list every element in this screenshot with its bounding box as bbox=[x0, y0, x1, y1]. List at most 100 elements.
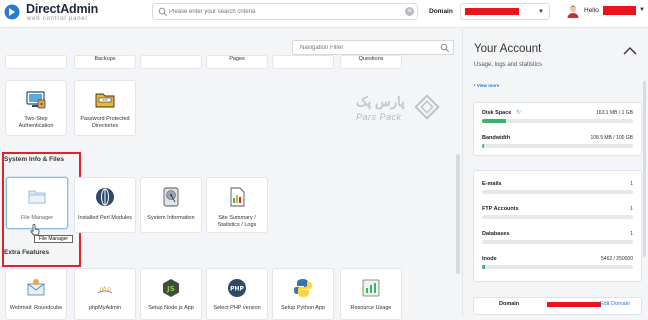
card-label: Two-Step Authentication bbox=[18, 116, 54, 129]
view-more-link[interactable]: • View more bbox=[474, 83, 499, 88]
partial-card-pages[interactable]: Pages bbox=[206, 55, 268, 69]
python-icon bbox=[294, 279, 312, 297]
card-resource-usage[interactable]: Resource Usage bbox=[340, 268, 402, 320]
global-search[interactable]: × bbox=[152, 3, 418, 20]
counts-panel: E-mails 1 FTP Accounts 1 Databases 1 Ino… bbox=[473, 170, 642, 282]
stat-databases: Databases 1 bbox=[482, 231, 633, 247]
card-label: Installed Perl Modules bbox=[77, 215, 133, 221]
domain-label: Domain bbox=[499, 301, 520, 307]
domain-select[interactable]: ▼ bbox=[460, 3, 550, 20]
logo[interactable]: DirectAdmin web control panel bbox=[4, 2, 144, 26]
search-input[interactable] bbox=[169, 5, 399, 18]
nodejs-icon: JS bbox=[163, 279, 179, 297]
stat-name: Bandwidth bbox=[482, 135, 511, 141]
card-two-step-authentication[interactable]: Two-Step Authentication bbox=[5, 80, 67, 136]
card-select-php-version[interactable]: PHP Select PHP version bbox=[206, 268, 268, 320]
file-manager-icon bbox=[28, 190, 46, 204]
logo-subtitle: web control panel bbox=[27, 16, 88, 22]
card-password-protected-directories[interactable]: *** Password Protected Directories bbox=[74, 80, 136, 136]
card-setup-python-app[interactable]: Setup Python App bbox=[272, 268, 334, 320]
card-label: Setup Node.js App bbox=[148, 305, 194, 311]
progress-fill bbox=[482, 190, 633, 194]
account-subtitle: Usage, logs and statistics bbox=[474, 62, 543, 68]
card-phpmyadmin[interactable]: php phpMyAdmin bbox=[74, 268, 136, 320]
card-label: Setup Python App bbox=[280, 305, 326, 311]
statistics-icon bbox=[230, 187, 245, 207]
watermark-persian-text: پارس پک bbox=[356, 94, 405, 109]
refresh-icon[interactable]: ↻ bbox=[516, 109, 521, 116]
two-step-auth-icon bbox=[26, 91, 46, 109]
card-label: Pages bbox=[229, 56, 245, 62]
stat-name: Databases bbox=[482, 231, 510, 237]
progress-fill bbox=[482, 215, 633, 219]
parspack-logo-icon bbox=[414, 94, 440, 120]
progress-bar bbox=[482, 119, 633, 123]
card-label: Resource Usage bbox=[350, 305, 392, 311]
user-avatar-icon[interactable] bbox=[566, 4, 580, 18]
parspack-watermark: پارس پک Pars Pack bbox=[356, 94, 442, 130]
stat-inode: Inode 5462 / 250000 bbox=[482, 256, 633, 272]
progress-bar bbox=[482, 215, 633, 219]
redacted-domain bbox=[547, 302, 601, 307]
stat-name: E-mails bbox=[482, 181, 502, 187]
card-file-manager[interactable]: File Manager bbox=[6, 177, 68, 229]
directadmin-logo-icon bbox=[4, 4, 20, 20]
redacted-domain bbox=[465, 8, 519, 15]
card-site-summary[interactable]: Site Summary / Statistics / Logs bbox=[206, 177, 268, 233]
phpmyadmin-icon: php bbox=[97, 286, 113, 294]
card-label: Select PHP version bbox=[213, 305, 261, 311]
progress-bar bbox=[482, 190, 633, 194]
php-icon: PHP bbox=[228, 279, 246, 297]
card-label: Questions bbox=[358, 56, 384, 62]
progress-fill bbox=[482, 144, 485, 148]
stat-bandwidth: Bandwidth 108.5 MB / 100 GB bbox=[482, 135, 633, 151]
navigation-filter-input[interactable] bbox=[300, 43, 430, 53]
account-title: Your Account bbox=[474, 43, 542, 55]
main-scrollbar[interactable] bbox=[456, 154, 460, 274]
search-icon bbox=[158, 7, 168, 17]
top-bar: DirectAdmin web control panel × Domain ▼… bbox=[0, 0, 648, 28]
stat-name: Disk Space bbox=[482, 110, 512, 116]
filter-search-icon bbox=[440, 43, 450, 53]
navigation-filter[interactable] bbox=[292, 40, 454, 55]
card-webmail-roundcube[interactable]: Webmail: Roundcube bbox=[5, 268, 67, 320]
usage-panel: Disk Space ↻ 163.1 MB / 1 GB Bandwidth 1… bbox=[473, 102, 642, 156]
card-label: phpMyAdmin bbox=[88, 305, 122, 311]
card-installed-perl-modules[interactable]: Installed Perl Modules bbox=[74, 177, 136, 233]
progress-bar bbox=[482, 144, 633, 148]
edit-domain-link[interactable]: Edit Domain bbox=[600, 301, 630, 307]
stat-value: 108.5 MB / 100 GB bbox=[590, 135, 633, 141]
stat-value: 163.1 MB / 1 GB bbox=[596, 110, 633, 116]
redacted-username bbox=[603, 6, 636, 15]
svg-text:PHP: PHP bbox=[230, 286, 244, 293]
partial-card[interactable] bbox=[5, 55, 67, 69]
main-content: Backups Pages Questions Two-Step Authent… bbox=[0, 29, 462, 320]
progress-fill bbox=[482, 265, 486, 269]
logo-title: DirectAdmin bbox=[26, 2, 99, 16]
card-system-information[interactable]: System Information bbox=[140, 177, 202, 233]
progress-bar bbox=[482, 265, 633, 269]
partial-card-backups[interactable]: Backups bbox=[74, 55, 136, 69]
roundcube-icon bbox=[27, 279, 45, 296]
clear-search-icon[interactable]: × bbox=[405, 7, 414, 16]
hello-label: Hello bbox=[584, 7, 599, 14]
partial-card-questions[interactable]: Questions bbox=[340, 55, 402, 69]
stat-value: 1 bbox=[630, 231, 633, 237]
card-setup-nodejs-app[interactable]: JS Setup Node.js App bbox=[140, 268, 202, 320]
watermark-english-text: Pars Pack bbox=[356, 112, 402, 122]
account-panel: Your Account Usage, logs and statistics … bbox=[462, 29, 648, 317]
progress-fill bbox=[482, 119, 507, 123]
domain-label: Domain bbox=[429, 8, 453, 15]
tooltip: File Manager bbox=[34, 235, 73, 243]
card-label: Password Protected Directories bbox=[80, 116, 130, 129]
partial-card[interactable] bbox=[272, 55, 334, 69]
panel-scrollbar[interactable] bbox=[643, 81, 646, 257]
stat-value: 1 bbox=[630, 206, 633, 212]
user-menu-caret-icon[interactable]: ▼ bbox=[639, 7, 645, 13]
card-label: Site Summary / Statistics / Logs bbox=[217, 215, 257, 228]
partial-card[interactable] bbox=[140, 55, 202, 69]
progress-fill bbox=[482, 240, 633, 244]
collapse-chevron-icon[interactable] bbox=[623, 46, 637, 55]
section-title-system-info: System Info & Files bbox=[4, 156, 64, 163]
card-label: System Information bbox=[147, 215, 195, 221]
